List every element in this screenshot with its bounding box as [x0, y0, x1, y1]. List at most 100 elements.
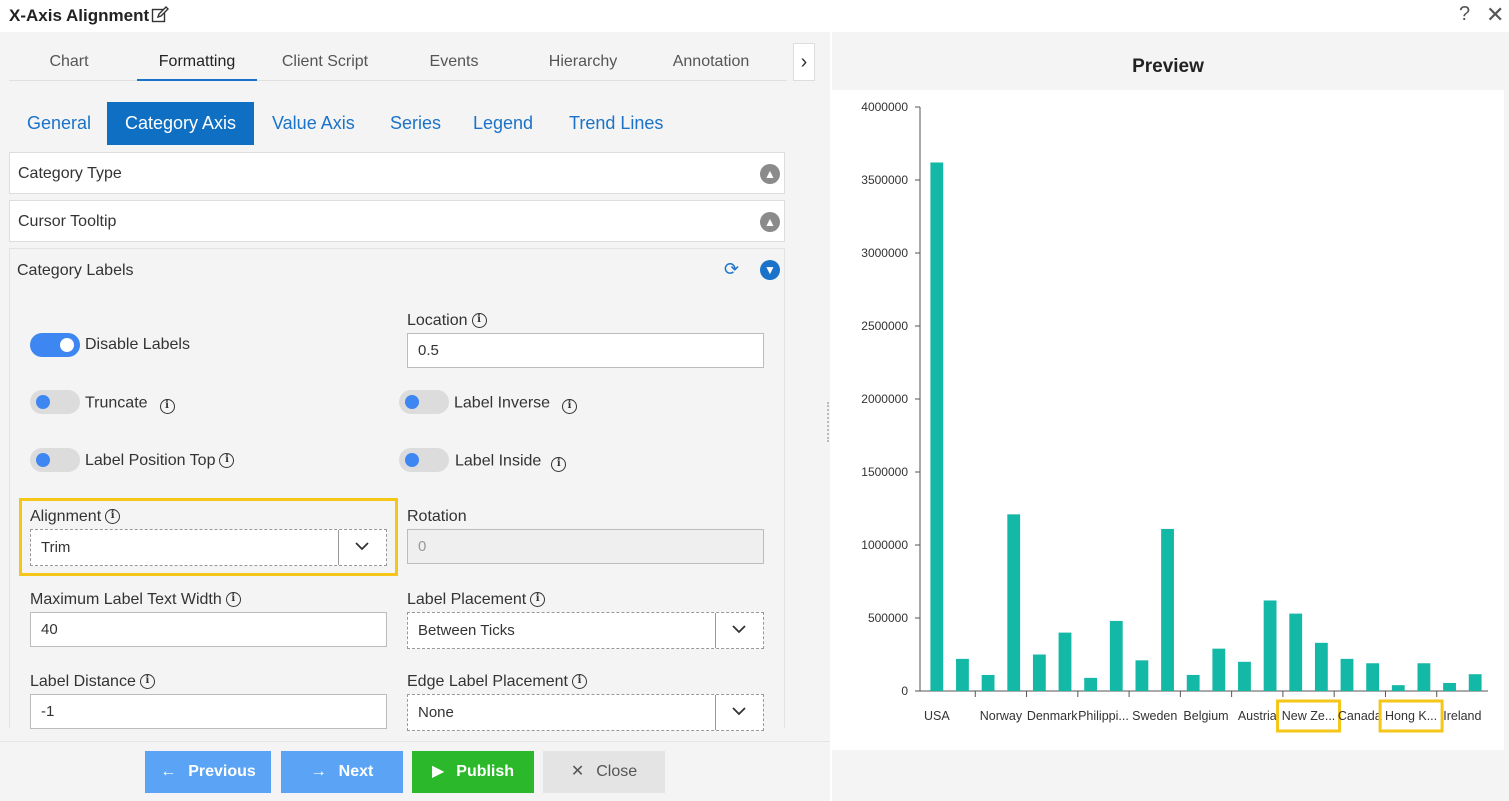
window-title: X-Axis Alignment [9, 6, 150, 25]
info-icon[interactable]: i [159, 399, 175, 414]
rotation-input: 0 [407, 529, 764, 564]
chevron-up-icon[interactable]: ▲ [760, 164, 780, 184]
info-icon[interactable]: i [219, 453, 235, 469]
info-icon[interactable]: i [225, 592, 241, 608]
close-button[interactable]: ✕ Close [543, 751, 665, 793]
tab-series[interactable]: Series [390, 102, 441, 145]
label-inverse-toggle[interactable] [399, 390, 449, 414]
footer-bar: ← Previous → Next ▶ Publish ✕ Close [0, 741, 830, 801]
disable-labels-label: Disable Labels [85, 336, 190, 353]
y-tick-label: 2500000 [861, 319, 908, 333]
y-tick-label: 1500000 [861, 465, 908, 479]
bar [1417, 663, 1431, 691]
info-icon[interactable]: i [551, 457, 567, 472]
resize-handle[interactable] [827, 402, 831, 442]
chevron-down-icon[interactable] [355, 539, 369, 553]
x-tick-label: USA [924, 709, 950, 723]
publish-button[interactable]: ▶ Publish [412, 751, 534, 793]
bar [1058, 632, 1072, 691]
y-tick-label: 2000000 [861, 392, 908, 406]
close-icon[interactable]: ✕ [1486, 2, 1504, 28]
max-label-width-input[interactable]: 40 [30, 612, 387, 647]
location-label: Location i [407, 312, 487, 330]
tab-client-script[interactable]: Client Script [265, 43, 385, 81]
bar [1340, 658, 1354, 691]
label-placement-value: Between Ticks [418, 622, 515, 639]
truncate-toggle[interactable] [30, 390, 80, 414]
category-labels-section: Category Labels ⟳ ▼ Disable Labels Locat… [9, 248, 785, 731]
x-tick-label: New Ze... [1282, 709, 1336, 723]
rotation-label: Rotation [407, 508, 467, 525]
tab-value-axis[interactable]: Value Axis [272, 102, 355, 145]
panel-cursor-tooltip[interactable]: Cursor Tooltip ▲ [9, 200, 785, 242]
close-icon: ✕ [570, 763, 585, 780]
tab-annotation[interactable]: Annotation [651, 43, 771, 81]
bar [1032, 654, 1046, 691]
previous-button[interactable]: ← Previous [145, 751, 271, 793]
edge-label-placement-select[interactable]: None [407, 694, 764, 731]
tab-category-axis[interactable]: Category Axis [107, 102, 255, 145]
tab-trend-lines[interactable]: Trend Lines [569, 102, 663, 145]
x-tick-label: Denmark [1027, 709, 1078, 723]
bar [956, 658, 969, 691]
panel-category-type[interactable]: Category Type ▲ [9, 152, 785, 194]
bar [1391, 685, 1405, 691]
info-icon[interactable]: i [105, 509, 121, 525]
bar [1084, 677, 1098, 691]
chevron-right-icon[interactable]: › [793, 43, 815, 81]
tab-hierarchy[interactable]: Hierarchy [523, 43, 643, 81]
max-label-width-label: Maximum Label Text Width i [30, 591, 241, 609]
bar [1007, 514, 1021, 691]
tab-events[interactable]: Events [394, 43, 514, 81]
panel-title: Cursor Tooltip [18, 213, 117, 230]
bar [1109, 620, 1123, 691]
chevron-up-icon[interactable]: ▲ [760, 212, 780, 232]
panel-title: Category Labels [17, 262, 134, 279]
y-tick-label: 500000 [868, 611, 908, 625]
tab-formatting[interactable]: Formatting [137, 43, 257, 81]
label-inside-toggle[interactable] [399, 448, 449, 472]
edge-label-placement-label: Edge Label Placement i [407, 673, 587, 691]
tab-general[interactable]: General [27, 102, 91, 145]
label-placement-select[interactable]: Between Ticks [407, 612, 764, 649]
title-bar: X-Axis Alignment ? ✕ [0, 0, 1509, 32]
location-input[interactable]: 0.5 [407, 333, 764, 368]
help-icon[interactable]: ? [1459, 3, 1470, 26]
info-icon[interactable]: i [562, 399, 578, 414]
refresh-icon[interactable]: ⟳ [724, 259, 739, 280]
tab-legend[interactable]: Legend [473, 102, 533, 145]
next-button[interactable]: → Next [281, 751, 403, 793]
bar [1212, 648, 1226, 691]
preview-title: Preview [1132, 56, 1204, 77]
info-icon[interactable]: i [572, 674, 587, 690]
disable-labels-toggle[interactable] [30, 333, 80, 357]
bar [1238, 661, 1251, 691]
label-position-top-label: Label Position Top i [85, 452, 235, 470]
tab-chart[interactable]: Chart [9, 43, 129, 81]
alignment-select[interactable]: Trim [30, 529, 387, 566]
info-icon[interactable]: i [530, 592, 546, 608]
top-tabs: Chart Formatting Client Script Events Hi… [9, 43, 787, 81]
alignment-label: Alignment i [30, 508, 121, 526]
info-icon[interactable]: i [139, 674, 155, 690]
bar [1289, 613, 1303, 691]
chevron-down-icon[interactable] [732, 704, 746, 718]
label-position-top-toggle[interactable] [30, 448, 80, 472]
x-tick-label: Canada [1338, 709, 1382, 723]
bar [930, 162, 944, 692]
bar [1186, 674, 1200, 691]
chevron-down-icon[interactable]: ▼ [760, 260, 780, 280]
x-tick-label: Belgium [1183, 709, 1228, 723]
chevron-down-icon[interactable] [732, 622, 746, 636]
label-distance-input[interactable]: -1 [30, 694, 387, 729]
bar [1263, 600, 1277, 691]
y-tick-label: 4000000 [861, 100, 908, 114]
y-tick-label: 3500000 [861, 173, 908, 187]
bar [1468, 674, 1482, 691]
edit-icon[interactable] [151, 6, 169, 24]
y-tick-label: 3000000 [861, 246, 908, 260]
x-tick-label: Philippi... [1078, 709, 1129, 723]
info-icon[interactable]: i [471, 313, 487, 329]
bar-chart: 0 500000 1000000 1500000 2000000 2500000 30000… [861, 100, 1488, 733]
panel-title: Category Type [18, 165, 122, 182]
